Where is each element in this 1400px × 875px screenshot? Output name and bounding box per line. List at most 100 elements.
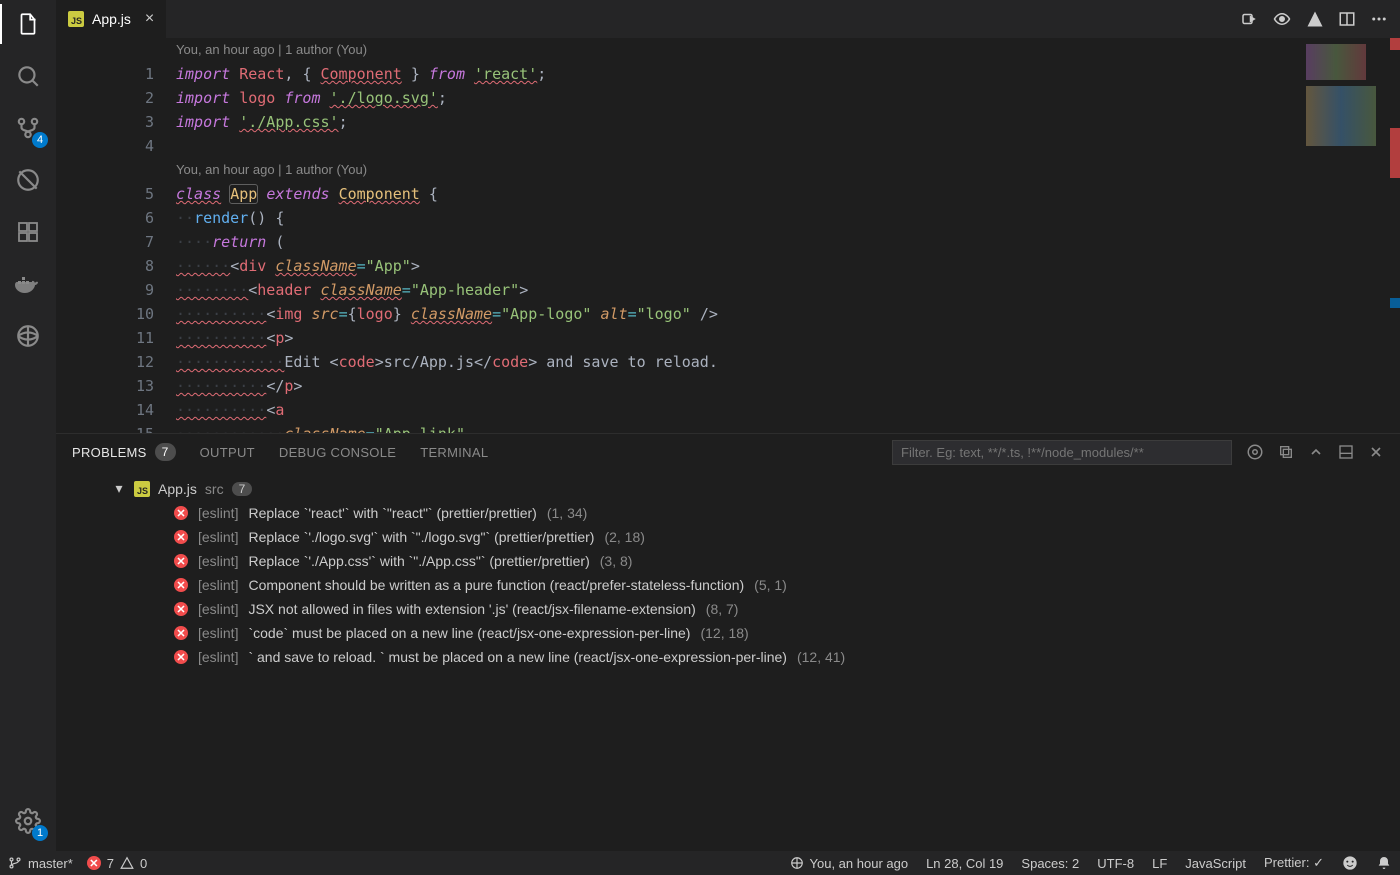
status-bar: master* ✕ 7 0 You, an hour ago Ln 28, Co… [0, 851, 1400, 875]
settings-gear-icon[interactable]: 1 [12, 805, 44, 837]
panel-tabs: Problems 7 Output Debug Console Terminal [56, 434, 1400, 470]
problem-message: JSX not allowed in files with extension … [248, 601, 695, 617]
feedback-icon[interactable] [1342, 855, 1358, 871]
problem-item[interactable]: ✕ [eslint] ` and save to reload. ` must be… [66, 645, 1400, 669]
status-blame[interactable]: You, an hour ago [790, 856, 909, 871]
problems-file-row[interactable]: ▾ JS App.js src 7 [66, 476, 1400, 501]
status-eol[interactable]: LF [1152, 856, 1167, 871]
line-gutter: 1234 56789 101112131415 [56, 38, 176, 433]
problems-list[interactable]: ▾ JS App.js src 7 ✕ [eslint] Replace `'rea… [56, 470, 1400, 851]
problem-location: (3, 8) [600, 553, 633, 569]
status-indent[interactable]: Spaces: 2 [1021, 856, 1079, 871]
live-share-icon[interactable] [12, 320, 44, 352]
problems-file-name: App.js [158, 481, 197, 497]
editor-tabs: JS App.js × [56, 0, 1400, 38]
problems-file-count: 7 [232, 482, 253, 496]
problem-location: (1, 34) [547, 505, 587, 521]
warning-count: 0 [140, 856, 147, 871]
close-tab-icon[interactable]: × [145, 10, 154, 28]
status-branch[interactable]: master* [8, 856, 73, 871]
tab-label: App.js [92, 11, 131, 27]
extensions-icon[interactable] [12, 216, 44, 248]
tab-problems[interactable]: Problems 7 [72, 443, 176, 461]
problem-item[interactable]: ✕[eslint]Replace `'./logo.svg'` with `".… [66, 525, 1400, 549]
branch-label: master* [28, 856, 73, 871]
docker-icon[interactable] [12, 268, 44, 300]
error-icon: ✕ [87, 856, 101, 870]
problem-location: (12, 18) [700, 625, 748, 641]
problem-message: Replace `'./logo.svg'` with `"./logo.svg… [248, 529, 594, 545]
problem-source: [eslint] [198, 625, 238, 641]
problems-count-badge: 7 [155, 443, 176, 461]
codelens[interactable]: You, an hour ago | 1 author (You) [176, 158, 1400, 182]
problem-location: (2, 18) [604, 529, 644, 545]
problem-item[interactable]: ✕ [eslint] JSX not allowed in files with e… [66, 597, 1400, 621]
code-editor[interactable]: 1234 56789 101112131415 You, an hour ago… [56, 38, 1400, 433]
problem-message: Replace `'react'` with `"react"` (pretti… [248, 505, 536, 521]
problems-filter-input[interactable] [892, 440, 1232, 465]
tab-problems-label: Problems [72, 445, 147, 460]
status-cursor[interactable]: Ln 28, Col 19 [926, 856, 1003, 871]
problem-item[interactable]: ✕ [eslint] Replace `'./App.css'` with `"./… [66, 549, 1400, 573]
maximize-panel-icon[interactable] [1338, 444, 1354, 460]
problem-message: `code` must be placed on a new line (rea… [248, 625, 690, 641]
problem-source: [eslint] [198, 649, 238, 665]
problem-item[interactable]: ✕ [eslint] Replace `'react'` with `"react"… [66, 501, 1400, 525]
debug-icon[interactable] [12, 164, 44, 196]
status-prettier[interactable]: Prettier: ✓ [1264, 855, 1324, 871]
explorer-icon[interactable] [12, 8, 44, 40]
blame-label: You, an hour ago [810, 856, 909, 871]
status-encoding[interactable]: UTF-8 [1097, 856, 1134, 871]
problem-source: [eslint] [198, 601, 238, 617]
activity-bar: 4 1 [0, 0, 56, 851]
problem-source: [eslint] [198, 553, 238, 569]
collapse-all-icon[interactable] [1278, 444, 1294, 460]
close-panel-icon[interactable] [1368, 444, 1384, 460]
bottom-panel: Problems 7 Output Debug Console Terminal [56, 433, 1400, 851]
problems-file-dir: src [205, 481, 224, 497]
problem-location: (12, 41) [797, 649, 845, 665]
error-icon: ✕ [174, 530, 188, 544]
error-icon: ✕ [174, 578, 188, 592]
source-control-icon[interactable]: 4 [12, 112, 44, 144]
error-icon: ✕ [174, 626, 188, 640]
split-editor-icon[interactable] [1338, 10, 1356, 28]
js-file-icon: JS [134, 481, 150, 497]
diff-icon[interactable] [1306, 10, 1324, 28]
editor-title-actions [1240, 0, 1400, 38]
problem-message: ` and save to reload. ` must be placed o… [248, 649, 787, 665]
bell-icon[interactable] [1376, 855, 1392, 871]
settings-badge: 1 [32, 825, 48, 841]
problem-location: (5, 1) [754, 577, 787, 593]
error-icon: ✕ [174, 554, 188, 568]
minimap[interactable] [1300, 38, 1400, 433]
scm-badge: 4 [32, 132, 48, 148]
problem-source: [eslint] [198, 577, 238, 593]
code-content[interactable]: You, an hour ago | 1 author (You) import… [176, 38, 1400, 433]
problem-message: Component should be written as a pure fu… [248, 577, 744, 593]
js-file-icon: JS [68, 11, 84, 27]
preview-icon[interactable] [1272, 10, 1292, 28]
filter-settings-icon[interactable] [1246, 443, 1264, 461]
chevron-up-icon[interactable] [1308, 444, 1324, 460]
nav-back-icon[interactable] [1240, 10, 1258, 28]
problem-message: Replace `'./App.css'` with `"./App.css"`… [248, 553, 589, 569]
error-icon: ✕ [174, 506, 188, 520]
error-icon: ✕ [174, 602, 188, 616]
tab-terminal[interactable]: Terminal [420, 445, 488, 460]
tab-app-js[interactable]: JS App.js × [56, 0, 166, 38]
error-icon: ✕ [174, 650, 188, 664]
status-language[interactable]: JavaScript [1185, 856, 1246, 871]
error-count: 7 [107, 856, 114, 871]
more-icon[interactable] [1370, 10, 1388, 28]
tab-output[interactable]: Output [200, 445, 255, 460]
codelens[interactable]: You, an hour ago | 1 author (You) [176, 38, 1400, 62]
status-problems[interactable]: ✕ 7 0 [87, 856, 147, 871]
chevron-down-icon: ▾ [112, 480, 126, 497]
problem-item[interactable]: ✕ [eslint] `code` must be placed on a new … [66, 621, 1400, 645]
problem-item[interactable]: ✕ [eslint] Component should be written as … [66, 573, 1400, 597]
problem-source: [eslint] [198, 505, 238, 521]
problem-location: (8, 7) [706, 601, 739, 617]
search-icon[interactable] [12, 60, 44, 92]
tab-debug-console[interactable]: Debug Console [279, 445, 396, 460]
